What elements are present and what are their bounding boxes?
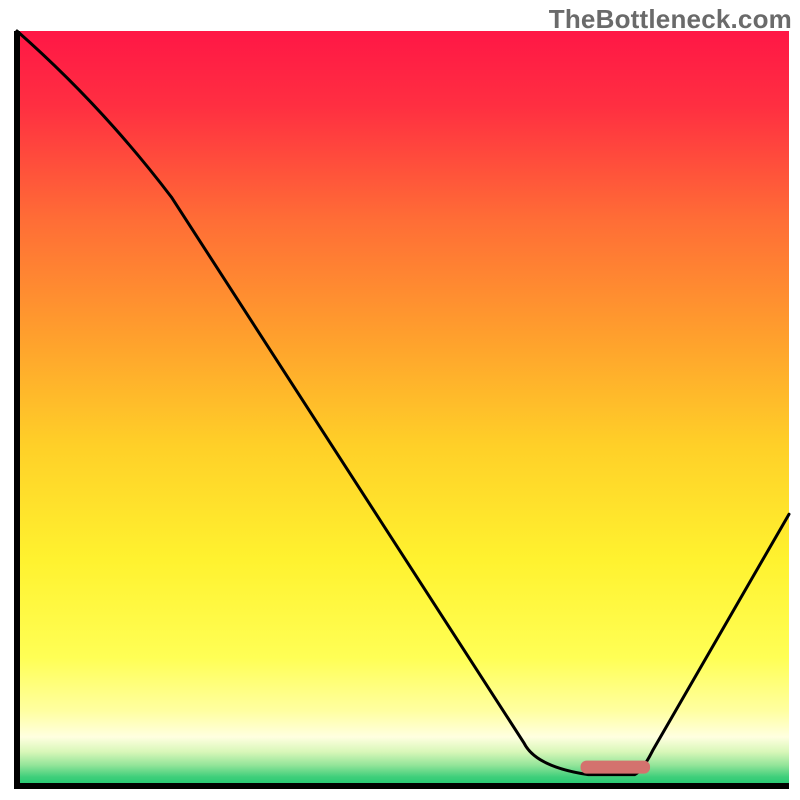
chart-background [17,31,789,786]
chart-container: TheBottleneck.com [0,0,800,800]
optimal-range-marker [581,761,650,774]
bottleneck-chart [0,0,800,800]
